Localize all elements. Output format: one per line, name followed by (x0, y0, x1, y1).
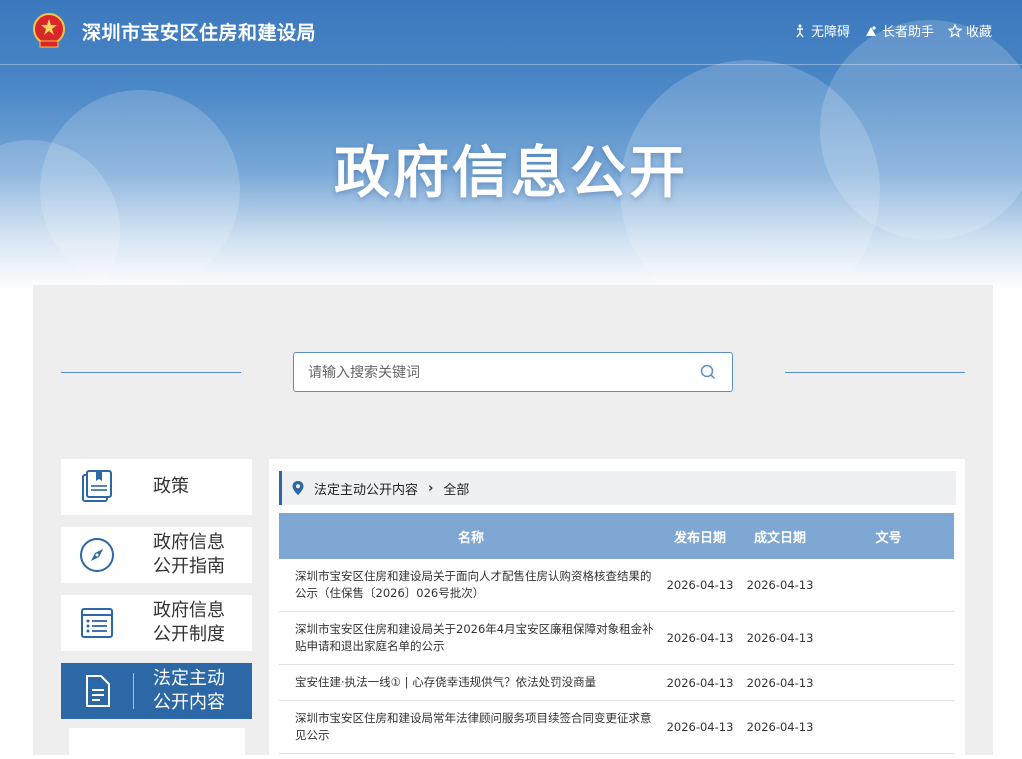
list-document-icon (81, 608, 113, 638)
sidebar-label-line1: 政府信息 (153, 600, 225, 621)
row-publish-date: 2026-04-13 (663, 611, 737, 665)
header-banner: 深圳市宝安区住房和建设局 无障碍 长者助手 收藏 政府信息公开 (0, 0, 1022, 290)
row-publish-date: 2026-04-13 (663, 700, 737, 754)
favorite-link[interactable]: 收藏 (947, 21, 992, 40)
sidebar-label-line1: 法定主动 (153, 668, 225, 689)
policy-book-icon (82, 470, 112, 502)
col-header-doc-no: 文号 (823, 513, 954, 559)
divider-left (61, 372, 241, 373)
top-bar: 深圳市宝安区住房和建设局 无障碍 长者助手 收藏 (0, 0, 1022, 65)
content-area: 法定主动公开内容 › 全部 名称 发布日期 成文日期 文号 深圳市宝安区住房和建… (269, 459, 965, 759)
top-links: 无障碍 长者助手 收藏 (793, 21, 992, 40)
document-table: 名称 发布日期 成文日期 文号 深圳市宝安区住房和建设局关于面向人才配售住房认购… (279, 513, 954, 754)
col-header-publish-date: 发布日期 (663, 513, 737, 559)
row-title-link[interactable]: 深圳市宝安区住房和建设局关于2026年4月宝安区廉租保障对象租金补贴申请和退出家… (295, 622, 654, 653)
row-doc-no (823, 611, 954, 665)
main-panel: 政策 政府信息 公开指南 政府信息 公开制度 (33, 285, 993, 759)
accessibility-link[interactable]: 无障碍 (793, 21, 850, 40)
national-emblem-icon (33, 13, 65, 48)
col-header-title: 名称 (279, 513, 663, 559)
sidebar-label-line1: 政府信息 (153, 532, 225, 553)
sidebar-item-guide[interactable]: 政府信息 公开指南 (61, 527, 252, 583)
breadcrumb-section[interactable]: 法定主动公开内容 (314, 479, 418, 498)
compass-icon (80, 538, 114, 572)
table-row[interactable]: 深圳市宝安区住房和建设局关于2026年4月宝安区廉租保障对象租金补贴申请和退出家… (279, 611, 954, 665)
location-pin-icon (292, 481, 304, 495)
document-icon (86, 675, 110, 707)
site-title[interactable]: 深圳市宝安区住房和建设局 (82, 18, 316, 45)
breadcrumb-current: 全部 (443, 482, 470, 498)
row-publish-date: 2026-04-13 (663, 664, 737, 701)
sidebar-item-label: 法定主动 公开内容 (153, 667, 225, 715)
sidebar-item-proactive-disclosure[interactable]: 法定主动 公开内容 (61, 663, 252, 719)
row-written-date: 2026-04-13 (737, 559, 823, 612)
row-publish-date: 2026-04-13 (663, 559, 737, 612)
accessibility-label: 无障碍 (810, 25, 850, 40)
search-input[interactable] (306, 353, 690, 393)
sidebar-label-line2: 公开制度 (153, 624, 225, 645)
row-doc-no (823, 700, 954, 754)
sidebar-item-label: 政策 (153, 476, 189, 497)
col-header-written-date: 成文日期 (737, 513, 823, 559)
sidebar-item-label: 政府信息 公开指南 (153, 531, 225, 579)
sidebar-label-line2: 公开指南 (153, 556, 225, 577)
sidebar-item-policy[interactable]: 政策 (61, 459, 252, 515)
breadcrumb: 法定主动公开内容 › 全部 (279, 471, 956, 505)
accessibility-icon (796, 24, 804, 37)
elder-assist-link[interactable]: 长者助手 (864, 21, 934, 40)
sidebar-submenu (69, 728, 245, 758)
sidebar-item-label: 政府信息 公开制度 (153, 599, 225, 647)
elder-assist-label: 长者助手 (881, 25, 934, 40)
row-doc-no (823, 664, 954, 701)
row-title-link[interactable]: 深圳市宝安区住房和建设局关于面向人才配售住房认购资格核查结果的公示（住保售〔20… (295, 569, 652, 600)
favorite-label: 收藏 (965, 25, 992, 40)
table-row[interactable]: 深圳市宝安区住房和建设局常年法律顾问服务项目续签合同变更征求意见公示 2026-… (279, 700, 954, 754)
divider-right (785, 372, 965, 373)
chevron-right-icon: › (428, 480, 434, 496)
sidebar-label-line2: 公开内容 (153, 692, 225, 713)
star-icon (947, 23, 962, 38)
row-written-date: 2026-04-13 (737, 611, 823, 665)
sidebar-separator (133, 673, 134, 709)
row-title-link[interactable]: 深圳市宝安区住房和建设局常年法律顾问服务项目续签合同变更征求意见公示 (295, 711, 652, 742)
row-title-link[interactable]: 宝安住建·执法一线① | 心存侥幸违规供气？依法处罚没商量 (295, 675, 596, 689)
elder-assist-icon (865, 25, 876, 36)
sidebar-item-system[interactable]: 政府信息 公开制度 (61, 595, 252, 651)
table-row[interactable]: 宝安住建·执法一线① | 心存侥幸违规供气？依法处罚没商量 2026-04-13… (279, 664, 954, 701)
table-header-row: 名称 发布日期 成文日期 文号 (279, 513, 954, 559)
row-written-date: 2026-04-13 (737, 664, 823, 701)
search-box (293, 352, 733, 393)
hero-title: 政府信息公开 (334, 141, 688, 206)
row-written-date: 2026-04-13 (737, 700, 823, 754)
table-row[interactable]: 深圳市宝安区住房和建设局关于面向人才配售住房认购资格核查结果的公示（住保售〔20… (279, 559, 954, 612)
row-doc-no (823, 559, 954, 612)
search-icon[interactable] (700, 364, 716, 380)
